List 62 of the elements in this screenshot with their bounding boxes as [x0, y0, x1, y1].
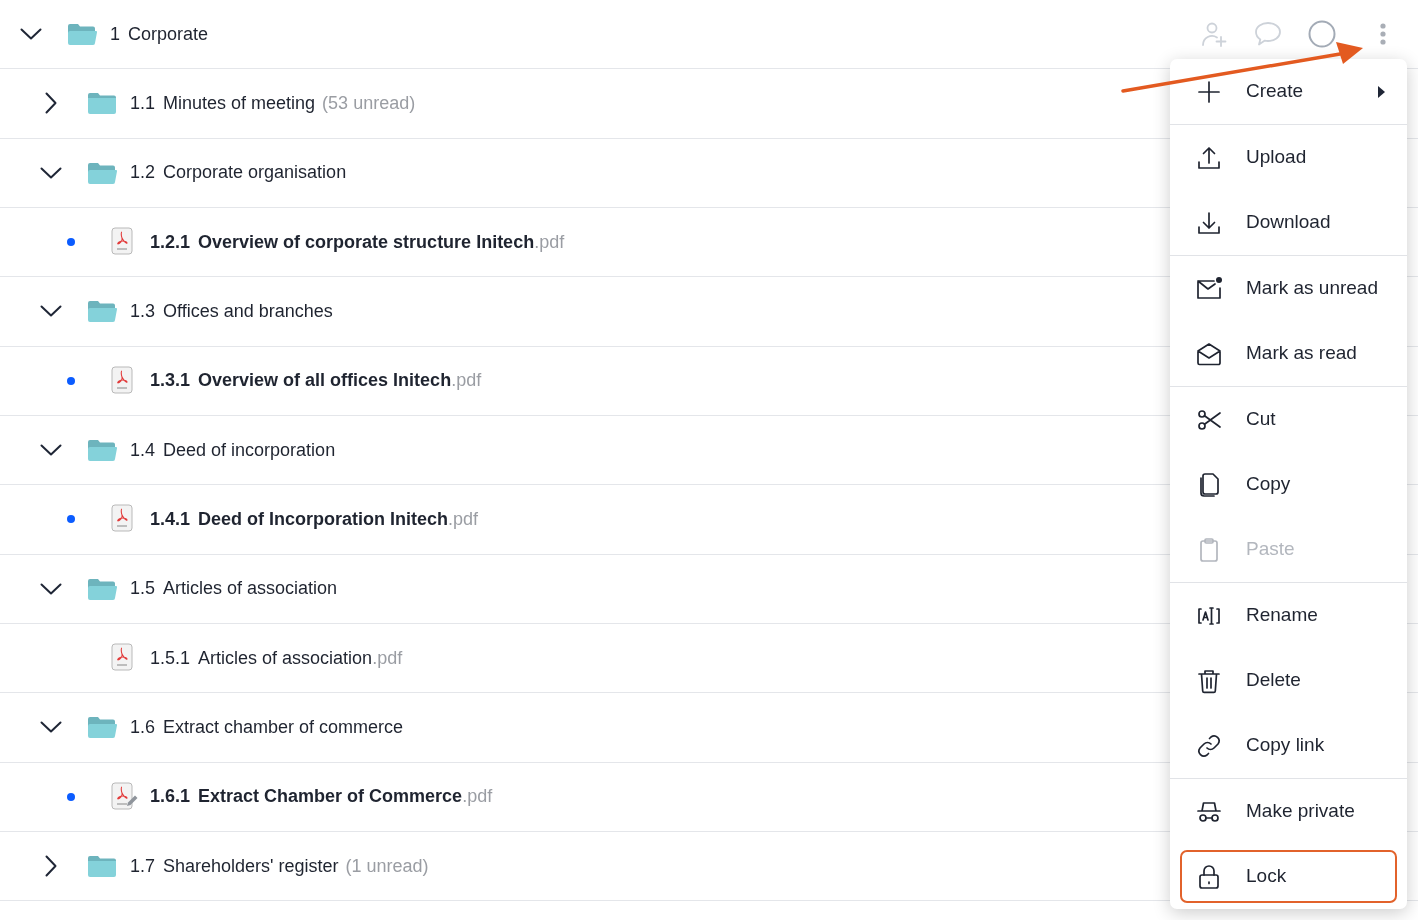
- chevron-down-icon[interactable]: [40, 305, 62, 318]
- chevron-right-icon[interactable]: [45, 855, 57, 878]
- file-name[interactable]: Articles of association: [198, 644, 373, 672]
- pdf-file-icon: [111, 781, 133, 810]
- unread-count: (53 unread): [322, 92, 416, 115]
- chevron-down-icon[interactable]: [20, 28, 42, 41]
- menu-item[interactable]: Create: [1170, 59, 1407, 124]
- file-extension: .pdf: [451, 369, 482, 393]
- folder-icon: [87, 855, 117, 878]
- item-number: 1.6.1: [150, 785, 191, 809]
- file-name[interactable]: Overview of corporate structure Initech: [198, 228, 535, 256]
- chevron-down-icon[interactable]: [40, 582, 62, 595]
- file-name[interactable]: Extract Chamber of Commerce: [198, 783, 463, 811]
- file-name[interactable]: Deed of Incorporation Initech: [198, 505, 449, 533]
- chevron-down-icon[interactable]: [40, 166, 62, 179]
- menu-item[interactable]: Mark as unread: [1170, 256, 1407, 321]
- file-extension: .pdf: [462, 785, 493, 809]
- menu-item[interactable]: Rename: [1170, 583, 1407, 648]
- menu-item[interactable]: Cut: [1170, 387, 1407, 452]
- open-folder-icon: [87, 716, 117, 739]
- item-number: 1.7: [130, 854, 156, 878]
- folder-name[interactable]: Offices and branches: [163, 297, 333, 325]
- open-folder-icon: [87, 300, 117, 323]
- menu-item[interactable]: Delete: [1170, 648, 1407, 713]
- item-number: 1.4: [130, 438, 156, 462]
- menu-item[interactable]: Upload: [1170, 125, 1407, 190]
- menu-item[interactable]: Make private: [1170, 779, 1407, 844]
- open-folder-icon: [87, 577, 117, 600]
- item-number: 1.2: [130, 161, 156, 185]
- item-number: 1: [110, 22, 120, 46]
- folder-name[interactable]: Corporate organisation: [163, 159, 347, 187]
- file-name[interactable]: Overview of all offices Initech: [198, 367, 452, 395]
- menu-item[interactable]: Copy: [1170, 452, 1407, 517]
- unread-count: (1 unread): [345, 854, 429, 878]
- item-number: 1.3.1: [150, 369, 191, 393]
- item-number: 1.5: [130, 577, 156, 601]
- chevron-right-icon[interactable]: [45, 92, 57, 115]
- item-number: 1.6: [130, 715, 156, 739]
- chevron-down-icon[interactable]: [40, 444, 62, 457]
- open-folder-icon: [67, 23, 97, 46]
- folder-name[interactable]: Extract chamber of commerce: [163, 713, 404, 741]
- item-number: 1.4.1: [150, 507, 191, 531]
- item-number: 1.1: [130, 92, 156, 115]
- item-number: 1.3: [130, 299, 156, 323]
- file-extension: .pdf: [534, 230, 565, 254]
- menu-item[interactable]: Lock: [1180, 850, 1397, 903]
- folder-name[interactable]: Deed of incorporation: [163, 436, 336, 464]
- folder-name[interactable]: Corporate: [128, 20, 209, 48]
- open-folder-icon: [87, 161, 117, 184]
- folder-name[interactable]: Articles of association: [163, 575, 338, 603]
- file-extension: .pdf: [372, 646, 403, 670]
- file-extension: .pdf: [448, 507, 479, 531]
- folder-icon: [87, 92, 117, 115]
- folder-name[interactable]: Shareholders' register: [163, 852, 339, 880]
- menu-item[interactable]: Copy link: [1170, 713, 1407, 778]
- menu-item[interactable]: Mark as read: [1170, 321, 1407, 386]
- item-number: 1.2.1: [150, 230, 191, 254]
- open-folder-icon: [87, 439, 117, 462]
- folder-name[interactable]: Minutes of meeting: [163, 90, 316, 117]
- menu-item[interactable]: Download: [1170, 190, 1407, 255]
- item-number: 1.5.1: [150, 646, 191, 670]
- chevron-down-icon[interactable]: [40, 721, 62, 734]
